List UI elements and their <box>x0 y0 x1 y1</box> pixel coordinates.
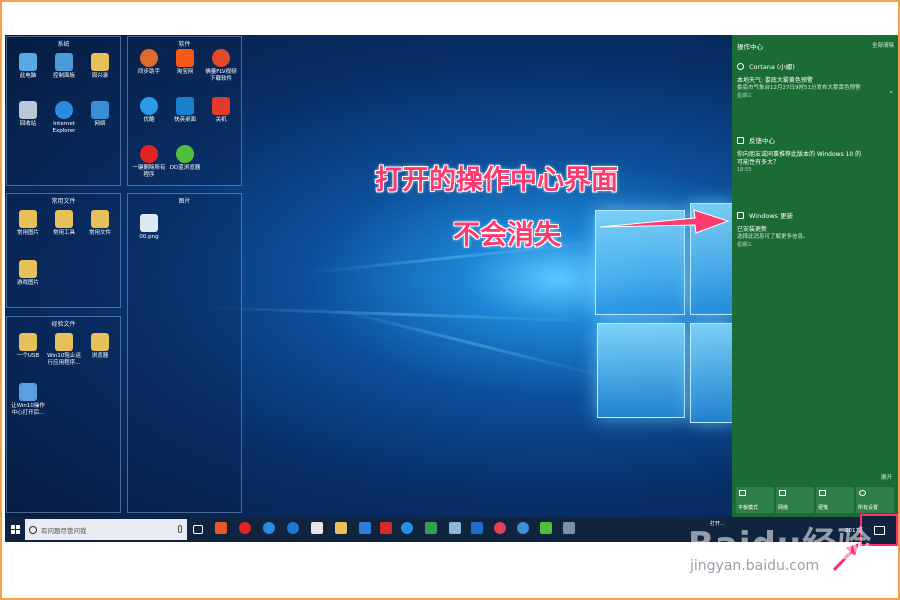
notification-app-name: 反馈中心 <box>749 137 775 145</box>
desktop-icon-kuaiying-desktop[interactable]: 快英桌面 <box>168 97 202 124</box>
quick-action-all-settings[interactable]: 所有设置 <box>856 487 894 513</box>
desktop-icon-shutdown[interactable]: 关机 <box>204 97 238 124</box>
desktop-icon-uninstall-all[interactable]: 一键删除所有程序 <box>132 145 166 179</box>
annotation-arrow-icon <box>600 209 730 234</box>
notification-app-name: Windows 更新 <box>749 212 794 220</box>
taskbar-app-icon[interactable] <box>401 522 413 534</box>
action-center-panel[interactable]: 操作中心 全部清除 Cortana (小娜) 本地天气: 娄底大雾黄色预警 娄底… <box>732 35 898 517</box>
notification-text: 本地天气: 娄底大雾黄色预警 <box>737 77 813 84</box>
desktop-icon-network[interactable]: 网络 <box>83 101 117 128</box>
desktop-fence-common-files[interactable]: 常用文件 常用图片 常用工具 常用文件 游戏图片 <box>6 193 121 308</box>
notification-subtext: 选择此消息可了解更多信息。 <box>737 234 809 240</box>
windows-update-icon <box>737 211 744 219</box>
desktop-icon-folder[interactable]: 常用文件 <box>83 210 117 237</box>
windows-logo-icon <box>10 525 20 534</box>
gear-icon <box>859 490 866 496</box>
cortana-icon <box>737 62 744 70</box>
desktop-icon-folder[interactable]: Win10阻止运行应用程序... <box>47 333 81 367</box>
fence-title: 经验文件 <box>51 321 76 328</box>
network-icon <box>779 490 786 496</box>
tablet-mode-icon <box>739 490 746 496</box>
file-explorer-icon[interactable] <box>335 522 347 534</box>
desktop-icon-sync-assistant[interactable]: 同步助手 <box>132 49 166 76</box>
windows-logo-pane <box>690 323 735 423</box>
taskbar-app-icon[interactable] <box>449 522 461 534</box>
store-icon[interactable] <box>311 522 323 534</box>
desktop-icon-taobao[interactable]: 淘宝网 <box>168 49 202 76</box>
quick-action-tablet-mode[interactable]: 平板模式 <box>736 487 774 513</box>
fence-title: 图片 <box>178 198 191 205</box>
windows-logo-pane <box>597 323 685 418</box>
chevron-down-icon[interactable]: ⌄ <box>888 87 894 95</box>
microphone-icon[interactable] <box>178 525 182 533</box>
taskbar-app-icon[interactable] <box>517 522 529 534</box>
taskbar-app-icon[interactable] <box>563 522 575 534</box>
action-center-title: 操作中心 <box>737 43 763 51</box>
desktop-icon-document[interactable]: 让Win10操作中心打开后... <box>11 383 45 417</box>
notification-text: 你向朋友或同事推荐此版本的 Windows 10 的 <box>737 151 862 158</box>
desktop-icon-flv-downloader[interactable]: 佛量FLV视频下载软件 <box>204 49 238 83</box>
watermark-url: jingyan.baidu.com <box>690 558 820 574</box>
desktop-fence-software[interactable]: 软件 同步助手 淘宝网 佛量FLV视频下载软件 优酷 快英桌面 关机 一键删除所… <box>127 36 242 186</box>
taskbar-app-icon[interactable] <box>425 522 437 534</box>
notification-text: 已安装更新 <box>737 226 768 233</box>
expand-link[interactable]: 展开 <box>881 473 892 481</box>
cortana-icon <box>29 525 37 534</box>
notification-subtext: 娄底市气象台12月27日9时51分发布大雾黄色预警 <box>737 85 861 91</box>
desktop-screen: 系统 此电脑 控制面板 周兴录 回收站 Internet Explorer 网络… <box>5 35 898 542</box>
start-button[interactable] <box>5 517 25 542</box>
desktop-fence-pictures[interactable]: 图片 00.png <box>127 193 242 513</box>
taskbar-app-icon[interactable] <box>471 522 483 534</box>
desktop-icon-internet-explorer[interactable]: Internet Explorer <box>47 101 81 135</box>
quick-action-network[interactable]: 网络 <box>776 487 814 513</box>
taskbar-app-icon[interactable] <box>494 522 506 534</box>
note-icon <box>819 490 826 496</box>
desktop-icon-control-panel[interactable]: 控制面板 <box>47 53 81 80</box>
annotation-line-1: 打开的操作中心界面 <box>375 165 618 196</box>
desktop-icon-this-pc[interactable]: 此电脑 <box>11 53 45 80</box>
desktop-fence-system[interactable]: 系统 此电脑 控制面板 周兴录 回收站 Internet Explorer 网络 <box>6 36 121 186</box>
quick-action-sticky-notes[interactable]: 便笺 <box>816 487 854 513</box>
fence-title: 软件 <box>178 41 191 48</box>
desktop-icon-recycle-bin[interactable]: 回收站 <box>11 101 45 128</box>
notification-windows-update[interactable]: Windows 更新 已安装更新 选择此消息可了解更多信息。 星期三 <box>732 210 898 248</box>
taskbar-app-icon[interactable] <box>380 522 392 534</box>
edge-icon[interactable] <box>287 522 299 534</box>
search-placeholder: 有问题尽管问我 <box>41 526 87 535</box>
taskbar-app-icon[interactable] <box>359 522 371 534</box>
notification-app-name: Cortana (小娜) <box>749 63 795 71</box>
notification-cortana[interactable]: Cortana (小娜) 本地天气: 娄底大雾黄色预警 娄底市气象台12月27日… <box>732 61 898 99</box>
desktop-icon-folder[interactable]: 游戏图片 <box>11 260 45 287</box>
notification-feedback-hub[interactable]: 反馈中心 你向朋友或同事推荐此版本的 Windows 10 的 可能性有多大？ … <box>732 135 898 173</box>
feedback-hub-icon <box>737 136 744 144</box>
quick-actions: 平板模式 网络 便笺 所有设置 <box>732 487 898 517</box>
search-box[interactable]: 有问题尽管问我 <box>25 519 187 540</box>
desktop-icon-folder[interactable]: 常用图片 <box>11 210 45 237</box>
notification-time: 星期三 <box>737 93 753 99</box>
desktop-icon-folder[interactable]: 浏览器 <box>83 333 117 360</box>
taskbar-app-icon[interactable] <box>263 522 275 534</box>
desktop-icon-folder[interactable]: 一个USB <box>11 333 45 360</box>
notification-text: 可能性有多大？ <box>737 159 780 166</box>
taskbar-app-icon[interactable] <box>215 522 227 534</box>
desktop-fence-experience-files[interactable]: 经验文件 一个USB Win10阻止运行应用程序... 浏览器 让Win10操作… <box>6 316 121 513</box>
annotation-line-2: 不会消失 <box>453 220 561 251</box>
task-view-icon[interactable] <box>193 525 203 534</box>
desktop-icon-image-file[interactable]: 00.png <box>132 214 166 241</box>
desktop-icon-youku[interactable]: 优酷 <box>132 97 166 124</box>
desktop-icon-folder[interactable]: 周兴录 <box>83 53 117 80</box>
taskbar-app-icon[interactable] <box>540 522 552 534</box>
light-beam <box>205 306 606 323</box>
notification-time: 18:55 <box>737 167 752 173</box>
clear-all-link[interactable]: 全部清除 <box>872 41 894 49</box>
desktop-icon-dd-browser[interactable]: DD蓝浏览器 <box>168 145 202 172</box>
fence-title: 系统 <box>57 41 70 48</box>
taskbar-app-icon[interactable] <box>239 522 251 534</box>
fence-title: 常用文件 <box>51 198 76 205</box>
action-center-icon <box>873 525 885 535</box>
notification-time: 星期三 <box>737 242 753 248</box>
desktop-icon-folder[interactable]: 常用工具 <box>47 210 81 237</box>
